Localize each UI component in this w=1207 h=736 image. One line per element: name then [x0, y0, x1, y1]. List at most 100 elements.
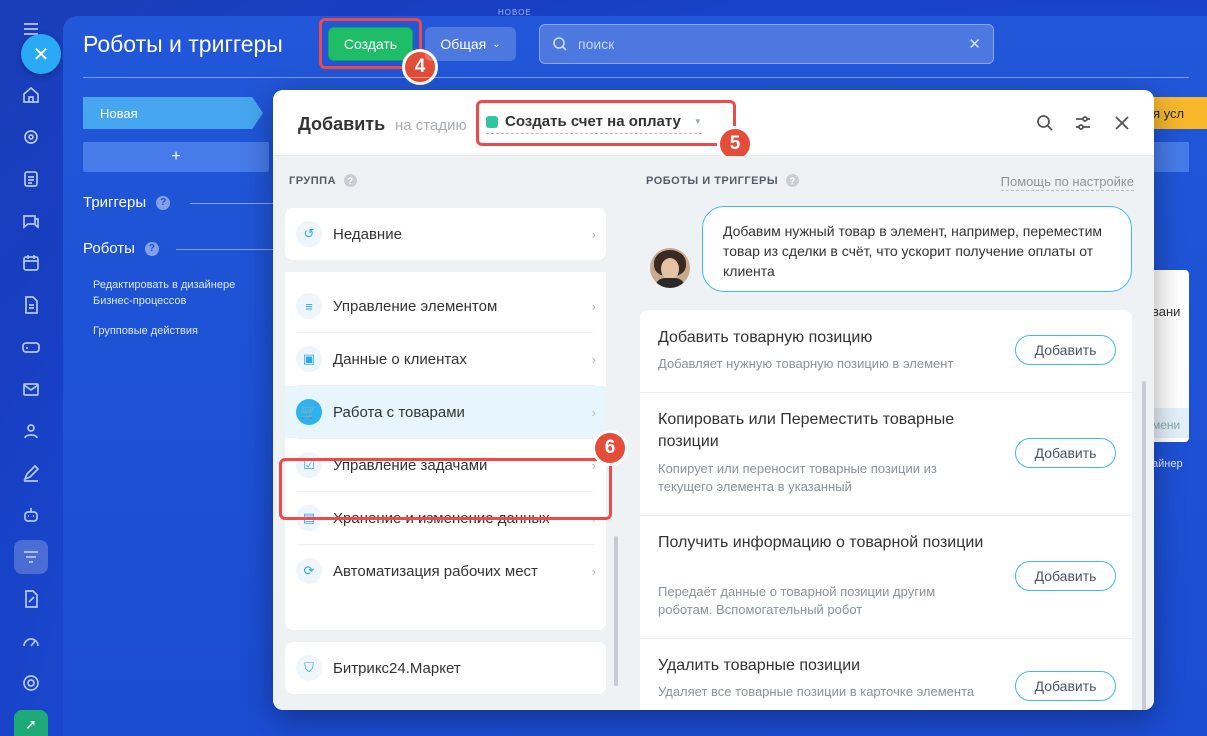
group-item-workplace[interactable]: ⟳ Автоматизация рабочих мест › [285, 545, 606, 597]
dialog-title: Добавить [298, 114, 386, 134]
group-item-clients[interactable]: ▣ Данные о клиентах › [285, 333, 606, 385]
robots-section: Роботы? [83, 240, 159, 257]
robots-pane: РОБОТЫ И ТРИГГЕРЫ? Помощь по настройке Д… [628, 156, 1154, 710]
robot-card-button[interactable]: мени [1148, 408, 1189, 438]
group-item-label: Управление элементом [333, 297, 498, 315]
cart-icon: 🛒 [296, 399, 322, 425]
add-robot-button[interactable]: Добавить [1015, 438, 1116, 468]
contacts-icon[interactable] [14, 414, 48, 448]
robots-list: Добавить товарную позицию Добавляет нужн… [640, 310, 1132, 710]
analytics-icon[interactable] [14, 624, 48, 658]
group-item-label: Данные о клиентах [333, 350, 467, 368]
avatar [650, 248, 690, 288]
help-icon[interactable]: ? [156, 195, 171, 210]
add-robot-button[interactable]: Добавить [1015, 561, 1116, 591]
robot-name: Удалить товарные позиции [658, 657, 861, 674]
chevron-right-icon: › [591, 351, 596, 367]
help-icon[interactable]: ? [344, 174, 358, 187]
filter-icon[interactable] [1072, 112, 1094, 134]
rocket-icon[interactable]: ➚ [14, 710, 48, 736]
filter-list-icon: ≡ [296, 293, 322, 319]
help-icon[interactable]: ? [144, 241, 159, 256]
help-link[interactable]: Помощь по настройке [1000, 174, 1134, 191]
add-stage-button[interactable]: + [83, 142, 269, 172]
general-dropdown[interactable]: Общая ⌄ [425, 27, 516, 61]
automation-icon[interactable] [14, 540, 48, 574]
designer-link-right[interactable]: айнер [1152, 458, 1183, 470]
stage-right[interactable]: я усл [1148, 97, 1207, 129]
chevron-right-icon: › [591, 298, 596, 314]
list-item: Удалить товарные позиции Удаляет все тов… [640, 639, 1132, 710]
stage-new[interactable]: Новая [83, 97, 263, 129]
robots-line [176, 249, 273, 250]
robots-scrollbar[interactable] [1142, 381, 1146, 710]
groups-scrollbar[interactable] [614, 536, 618, 686]
history-icon: ↺ [296, 221, 322, 247]
automation-cycle-icon: ⟳ [296, 558, 322, 584]
left-sidebar: ➚ [0, 0, 62, 736]
chevron-right-icon: › [591, 226, 596, 242]
contact-card-icon: ▣ [296, 346, 322, 372]
search-placeholder: поиск [578, 36, 615, 52]
clear-search-icon[interactable]: ✕ [968, 35, 981, 53]
robot-card-title: вани [1152, 304, 1181, 319]
robot-name: Копировать или Переместить товарные пози… [658, 411, 955, 450]
group-actions-link[interactable]: Групповые действия [93, 323, 198, 339]
list-item: Копировать или Переместить товарные пози… [640, 393, 1132, 516]
new-label: НОВОЕ [498, 8, 532, 17]
close-slider-icon[interactable]: ✕ [21, 34, 61, 74]
chevron-right-icon: › [591, 404, 596, 420]
annotation-badge-6: 6 [592, 430, 628, 466]
home-icon[interactable] [14, 78, 48, 112]
search-input[interactable]: поиск ✕ [539, 24, 994, 64]
mail-icon[interactable] [14, 372, 48, 406]
calendar-icon[interactable] [14, 246, 48, 280]
robots-header: РОБОТЫ И ТРИГГЕРЫ? [646, 174, 800, 187]
robot-desc: Добавляет нужную товарную позицию в элем… [658, 356, 954, 371]
sign-icon[interactable] [14, 456, 48, 490]
group-item-label: Работа с товарами [333, 403, 465, 421]
group-header: ГРУППА? [289, 174, 358, 187]
group-item-market[interactable]: ⛉ Битрикс24.Маркет [285, 642, 606, 694]
close-icon[interactable] [1111, 112, 1133, 134]
chat-icon[interactable] [14, 204, 48, 238]
feed-icon[interactable] [14, 120, 48, 154]
tasks-icon[interactable] [14, 162, 48, 196]
designer-link-line2[interactable]: Бизнес-процессов [93, 293, 186, 309]
group-item-label: Битрикс24.Маркет [333, 659, 461, 677]
search-icon[interactable] [1034, 112, 1056, 134]
chevron-down-icon: ⌄ [492, 38, 501, 50]
document-icon[interactable] [14, 288, 48, 322]
add-robot-button[interactable]: Добавить [1015, 335, 1116, 365]
robots-header-label: РОБОТЫ И ТРИГГЕРЫ [646, 174, 779, 187]
page-title: Роботы и триггеры [83, 31, 283, 57]
robot-card-right[interactable]: вани мени [1148, 270, 1189, 442]
add-stage-right[interactable] [1150, 142, 1189, 172]
on-stage-label: на стадию [395, 117, 467, 134]
triggers-section: Триггеры? [83, 194, 171, 211]
edit-doc-icon[interactable] [14, 582, 48, 616]
group-item-elements[interactable]: ≡ Управление элементом › [285, 280, 606, 332]
list-item: Добавить товарную позицию Добавляет нужн… [640, 310, 1132, 393]
search-icon [553, 37, 567, 51]
add-robot-button[interactable]: Добавить [1015, 671, 1116, 701]
robot-desc: Удаляет все товарные позиции в карточке … [658, 684, 975, 699]
designer-link-line1[interactable]: Редактировать в дизайнере [93, 277, 235, 293]
robot-desc: Копирует или переносит товарные позиции … [658, 461, 937, 494]
drive-icon[interactable] [14, 330, 48, 364]
dialog-header: Добавить на стадию Создать счет на оплат… [273, 90, 1154, 156]
group-pane: ГРУППА? ↺ Недавние › ≡ Управление элементом… [273, 156, 628, 710]
group-item-label: Автоматизация рабочих мест [333, 562, 538, 580]
market-bag-icon: ⛉ [296, 655, 322, 681]
header-divider [83, 77, 1189, 78]
general-label: Общая [440, 36, 487, 52]
robot-name: Получить информацию о товарной позиции [658, 534, 984, 551]
group-item-recent[interactable]: ↺ Недавние › [285, 208, 606, 260]
highlight-products [279, 458, 612, 520]
help-icon[interactable]: ? [786, 174, 800, 187]
robot-icon[interactable] [14, 498, 48, 532]
group-item-products[interactable]: 🛒 Работа с товарами › [285, 386, 606, 438]
settings-icon[interactable] [14, 666, 48, 700]
list-item: Получить информацию о товарной позиции П… [640, 516, 1132, 639]
robots-title: Роботы [83, 240, 135, 257]
